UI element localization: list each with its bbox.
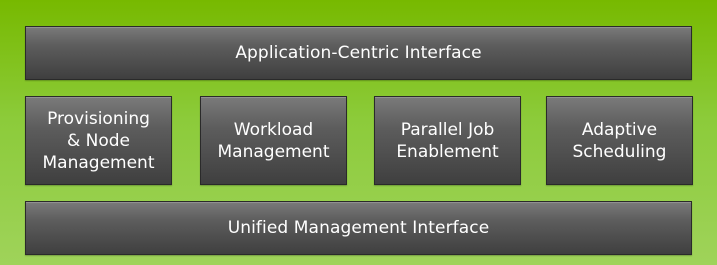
adaptive-scheduling-box: Adaptive Scheduling xyxy=(546,96,693,185)
application-centric-interface-label: Application-Centric Interface xyxy=(235,43,482,63)
adaptive-scheduling-label: Adaptive Scheduling xyxy=(572,119,667,162)
unified-management-interface-layer: Unified Management Interface xyxy=(25,201,692,255)
workload-management-label: Workload Management xyxy=(217,119,330,162)
unified-management-interface-label: Unified Management Interface xyxy=(227,218,490,238)
provisioning-node-management-label: Provisioning & Node Management xyxy=(42,108,155,173)
workload-management-box: Workload Management xyxy=(200,96,347,185)
provisioning-node-management-box: Provisioning & Node Management xyxy=(25,96,172,185)
parallel-job-enablement-label: Parallel Job Enablement xyxy=(396,119,499,162)
architecture-diagram: Application-Centric Interface Provisioni… xyxy=(0,0,717,265)
application-centric-interface-layer: Application-Centric Interface xyxy=(25,26,692,80)
parallel-job-enablement-box: Parallel Job Enablement xyxy=(374,96,521,185)
